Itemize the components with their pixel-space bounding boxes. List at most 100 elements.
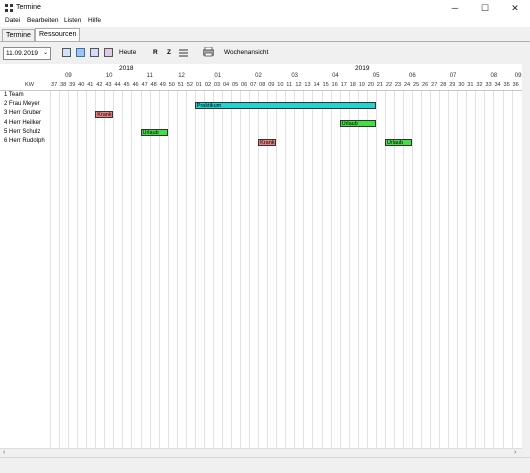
week-label: 10 [277,82,284,88]
booking-bar[interactable]: Urlaub [140,129,168,137]
week-gridline [185,81,187,448]
booking-bar[interactable]: Krank [258,138,277,146]
week-gridline [439,81,441,448]
resource-label[interactable]: 1 Team [4,92,24,98]
week-label: 02 [204,82,212,88]
week-gridline [511,81,513,448]
week-label: 25 [413,82,420,88]
menu-listen[interactable]: Listen [64,17,81,24]
calendar-day-icon[interactable] [62,48,71,57]
week-gridline [484,81,486,448]
scroll-left-icon[interactable]: ‹ [3,449,5,456]
tab-termine[interactable]: Termine [2,29,35,41]
calendar-year-icon[interactable] [104,48,113,57]
menu-datei[interactable]: Datei [5,17,20,24]
week-label: 46 [132,82,139,88]
week-gridline [276,81,278,448]
week-label: 40 [78,82,85,88]
week-view-button[interactable]: Wochenansicht [224,49,268,56]
resource-label[interactable]: 3 Herr Gruber [4,110,41,116]
month-label: 10 [105,73,113,79]
week-gridline [249,81,251,448]
month-label: 05 [372,73,380,79]
resource-label[interactable]: 5 Herr Schulz [4,129,40,135]
z-button[interactable]: Z [167,49,171,56]
calendar-week-icon[interactable] [76,48,85,57]
calendar-month-icon[interactable] [90,48,99,57]
week-label: 04 [222,82,230,88]
week-label: 19 [358,82,365,88]
week-label: 20 [367,82,374,88]
week-gridline [421,81,423,448]
week-gridline [375,81,377,448]
week-gridline [502,81,504,448]
minimize-button[interactable]: ─ [440,0,470,16]
scroll-right-icon[interactable]: › [514,449,516,456]
vertical-scrollbar[interactable] [522,64,530,448]
week-gridline [131,81,133,448]
week-label: 24 [403,82,411,88]
week-gridline [321,81,323,448]
resource-label[interactable]: 4 Herr Heilker [4,120,41,126]
r-button[interactable]: R [153,49,158,56]
tab-strip: Termine Ressourcen [0,27,530,42]
week-label: 32 [476,82,483,88]
week-gridline [448,81,450,448]
today-button[interactable]: Heute [119,49,136,56]
menu-bar: Datei Bearbeiten Listen Hilfe [0,16,530,27]
week-gridline [77,81,79,448]
month-label: 06 [409,73,416,79]
week-label: 43 [105,82,112,88]
week-gridline [203,81,205,448]
week-gridline [348,81,350,448]
week-gridline [466,81,468,448]
week-gridline [176,81,178,448]
week-label: 36 [512,82,519,88]
week-label: 48 [150,82,157,88]
booking-bar[interactable]: Urlaub [384,138,412,146]
status-bar [0,457,530,473]
week-gridline [113,81,115,448]
week-gridline [258,81,260,448]
week-label: 11 [286,82,293,88]
week-gridline [294,81,296,448]
booking-bar[interactable]: Praktikum [194,101,376,109]
chevron-down-icon[interactable]: ⌄ [43,48,48,59]
week-label: 05 [232,82,239,88]
date-picker[interactable]: 11.09.2019 ⌄ [3,47,51,60]
week-gridline [231,81,232,448]
menu-hilfe[interactable]: Hilfe [88,17,101,24]
week-label: 07 [250,82,257,88]
week-label: 39 [69,82,76,88]
maximize-button[interactable]: ☐ [470,0,500,16]
week-label: 37 [51,82,58,88]
week-gridline [267,81,269,448]
booking-bar[interactable]: Urlaub [339,120,376,128]
week-gridline [493,81,495,448]
resource-timeline[interactable]: 2018 2019 09 10 11 12 01 02 03 04 05 06 07 08 09 KW … [0,64,525,448]
month-label: 09 [514,73,522,79]
resource-label[interactable]: 2 Frau Meyer [4,101,40,107]
month-header: 09 10 11 12 01 02 03 04 05 06 07 08 09 [0,73,525,90]
printer-icon[interactable] [203,47,214,57]
week-label: 09 [268,82,275,88]
week-label: 17 [340,82,347,88]
booking-bar[interactable]: Krank [95,110,114,118]
week-label: 16 [331,82,338,88]
close-button[interactable]: ✕ [500,0,530,16]
week-label: 45 [123,82,130,88]
tab-ressourcen[interactable]: Ressourcen [35,28,81,42]
week-label: 35 [503,82,510,88]
month-label: 03 [291,73,299,79]
resource-label[interactable]: 6 Herr Rudolph [4,138,45,144]
month-label: 01 [214,73,222,79]
week-gridline [104,81,106,448]
list-icon[interactable] [179,48,188,57]
week-label: 13 [304,82,311,88]
week-label: 23 [394,82,402,88]
week-label: 22 [385,82,393,88]
menu-bearbeiten[interactable]: Bearbeiten [27,17,58,24]
week-gridline [357,81,359,448]
week-label: 30 [458,82,465,88]
week-label: 14 [313,82,320,88]
